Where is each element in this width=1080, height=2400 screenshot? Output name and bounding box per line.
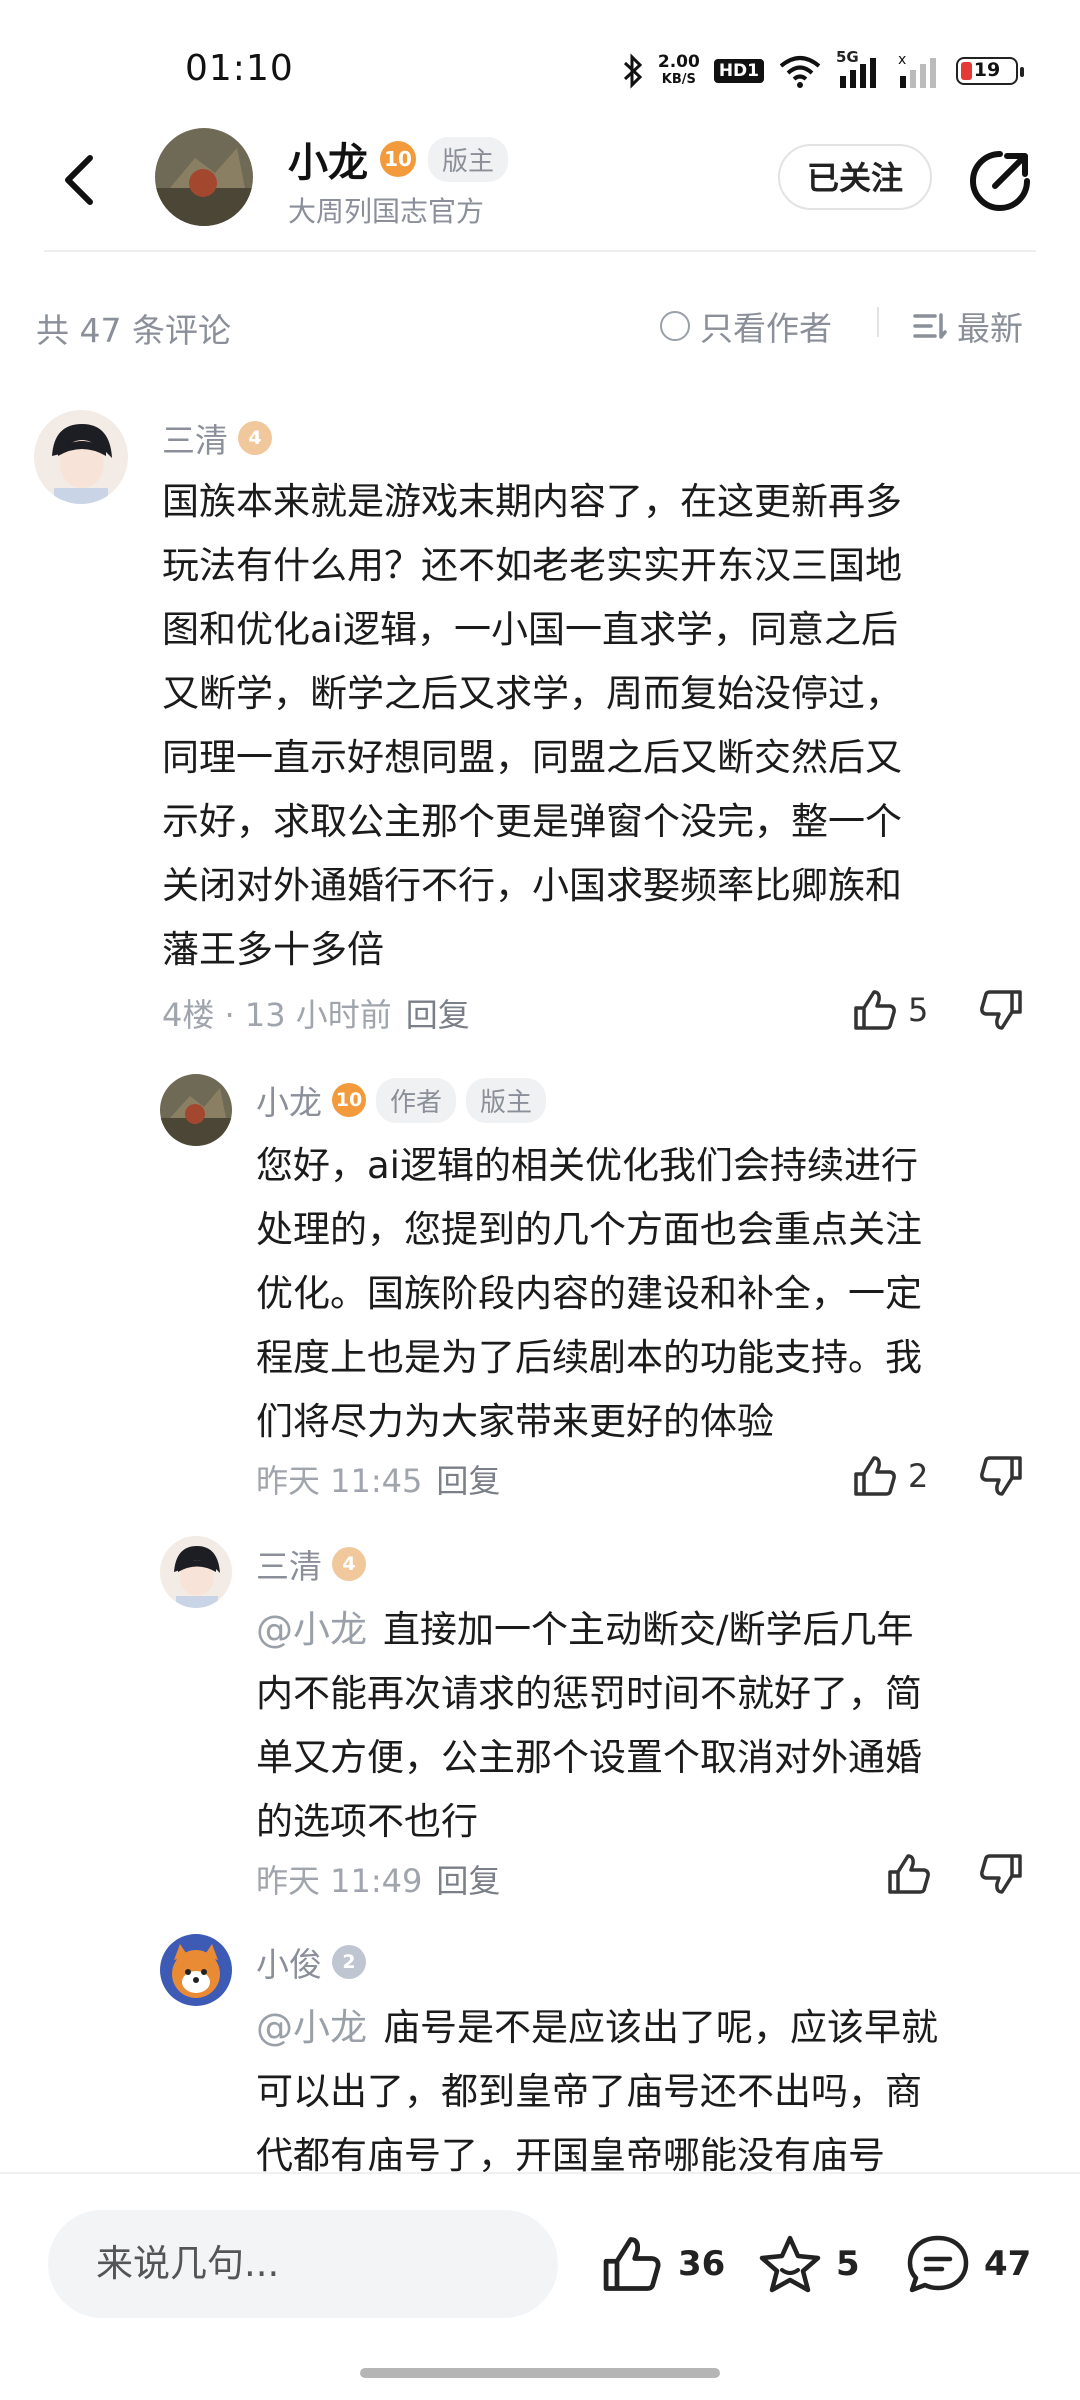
comment-input[interactable]: 来说几句...: [48, 2210, 558, 2318]
reply-button[interactable]: 回复: [436, 1462, 500, 1500]
thumbs-up-icon: [854, 990, 896, 1030]
share-icon: [970, 151, 1030, 211]
comment-meta: 昨天 11:45 回复: [256, 1456, 500, 1502]
signal-icon: 5G: [836, 48, 882, 88]
level-badge: 10: [332, 1083, 366, 1117]
dislike-button[interactable]: [978, 1454, 1024, 1502]
comment-time: 昨天 11:45: [256, 1462, 423, 1500]
comments-button[interactable]: 47: [906, 2234, 1031, 2294]
battery-icon: 19: [956, 57, 1024, 85]
author-only-label: 只看作者: [700, 309, 832, 348]
commenter-name[interactable]: 三清: [256, 1540, 322, 1588]
chevron-left-icon: [65, 155, 93, 205]
reply-button[interactable]: 回复: [406, 996, 470, 1034]
share-button[interactable]: [965, 146, 1035, 216]
commenter-name[interactable]: 小俊: [256, 1938, 322, 1986]
bluetooth-icon: [623, 53, 643, 89]
like-count: 5: [908, 991, 929, 1029]
like-count: 2: [908, 1457, 929, 1495]
thumbs-down-icon: [980, 1854, 1022, 1894]
home-indicator[interactable]: [360, 2368, 720, 2378]
comment-text: @小龙 庙号是不是应该出了呢，应该早就 可以出了，都到皇帝了庙号还不出吗，商 代都…: [256, 2006, 938, 2172]
like-button[interactable]: 5: [852, 988, 928, 1032]
status-icons: 2.00 KB/S HD1 5G x 19: [622, 48, 1024, 94]
commenter-avatar[interactable]: [160, 1934, 232, 2006]
header-divider: [44, 250, 1036, 252]
thumbs-up-icon: [603, 2237, 661, 2291]
author-avatar[interactable]: [155, 128, 253, 226]
commenter-avatar[interactable]: [34, 410, 128, 504]
reply-button[interactable]: 回复: [436, 1862, 500, 1900]
follow-button[interactable]: 已关注: [778, 144, 932, 210]
level-badge: 4: [238, 421, 272, 455]
comment-text: @小龙 直接加一个主动断交/断学后几年 内不能再次请求的惩罚时间不就好了，简 单又…: [256, 1608, 922, 1843]
author-only-toggle[interactable]: 只看作者: [660, 302, 832, 350]
comment-meta: 4楼 · 13 小时前 回复: [162, 990, 470, 1036]
author-name: 小龙: [288, 140, 368, 186]
commenter-name[interactable]: 小龙: [256, 1076, 322, 1124]
comment-count: 共 47 条评论: [36, 311, 231, 350]
favorite-button[interactable]: 5: [758, 2234, 860, 2294]
post-like-count: 36: [678, 2244, 726, 2284]
signal-icon-secondary: x: [898, 54, 936, 88]
commenter-name[interactable]: 三清: [162, 414, 228, 462]
thumbs-up-icon: [888, 1854, 930, 1894]
level-badge: 4: [332, 1547, 366, 1581]
level-badge: 2: [332, 1945, 366, 1979]
comment-time: 昨天 11:49: [256, 1862, 423, 1900]
moderator-tag: 版主: [466, 1077, 547, 1123]
radio-circle-icon: [660, 311, 690, 341]
thumbs-down-icon: [980, 1456, 1022, 1496]
sort-label: 最新: [957, 309, 1023, 348]
filter-separator: [877, 307, 879, 337]
star-icon: [759, 2235, 821, 2293]
bottom-divider: [0, 2172, 1080, 2174]
comment-meta: 昨天 11:49 回复: [256, 1856, 500, 1902]
comment-total: 47: [984, 2244, 1032, 2284]
thumbs-up-icon: [854, 1456, 896, 1496]
dislike-button[interactable]: [978, 988, 1024, 1036]
wifi-icon: [779, 56, 821, 88]
sort-icon: [913, 313, 947, 339]
moderator-tag: 版主: [428, 136, 509, 182]
thumbs-down-icon: [980, 990, 1022, 1030]
status-time: 01:10: [185, 48, 294, 89]
author-subtitle: 大周列国志官方: [288, 195, 485, 228]
commenter-avatar[interactable]: [160, 1536, 232, 1608]
like-button[interactable]: 2: [852, 1454, 928, 1498]
dislike-button[interactable]: [978, 1852, 1024, 1900]
sort-button[interactable]: 最新: [913, 302, 1023, 350]
author-tag: 作者: [376, 1077, 457, 1123]
favorite-count: 5: [836, 2244, 860, 2284]
comment-text: 国族本来就是游戏末期内容了，在这更新再多 玩法有什么用？还不如老老实实开东汉三国…: [162, 480, 902, 971]
comment-bubble-icon: [907, 2235, 969, 2293]
mention-link[interactable]: @小龙: [256, 1608, 367, 1651]
svg-text:x: x: [898, 54, 906, 68]
like-button[interactable]: [886, 1852, 942, 1896]
hd-badge: HD1: [713, 59, 764, 83]
comment-text: 您好，ai逻辑的相关优化我们会持续进行 处理的，您提到的几个方面也会重点关注 优…: [256, 1144, 922, 1443]
commenter-avatar[interactable]: [160, 1074, 232, 1146]
post-like-button[interactable]: 36: [600, 2234, 725, 2294]
mention-link[interactable]: @小龙: [256, 2006, 367, 2049]
back-button[interactable]: [52, 150, 112, 210]
comment-time: 4楼 · 13 小时前: [162, 996, 392, 1034]
net-speed: 2.00 KB/S: [657, 52, 700, 87]
level-badge: 10: [380, 141, 416, 177]
